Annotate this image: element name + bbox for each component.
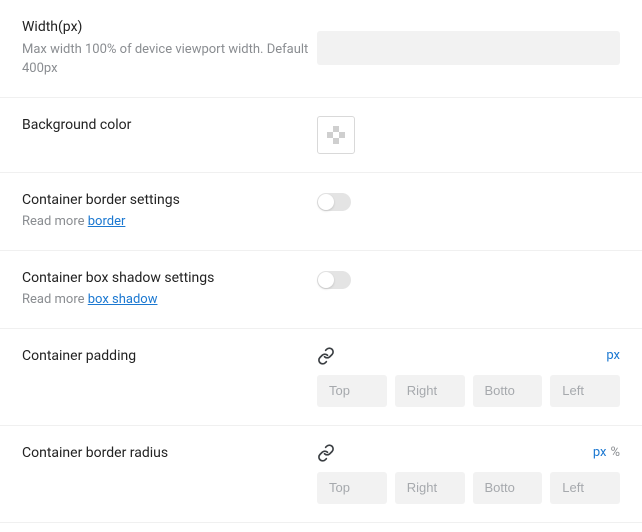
width-label: Width(px): [22, 18, 317, 38]
radius-unit-px[interactable]: px: [593, 445, 607, 460]
border-control: [317, 191, 620, 211]
padding-right[interactable]: [395, 375, 465, 407]
row-width: Width(px) Max width 100% of device viewp…: [0, 0, 642, 98]
border-toggle[interactable]: [317, 193, 351, 211]
radius-left[interactable]: [550, 472, 620, 504]
padding-units: px: [606, 348, 620, 363]
radius-label: Container border radius: [22, 444, 317, 464]
boxshadow-label: Container box shadow settings: [22, 269, 317, 289]
padding-label-wrap: Container padding: [22, 347, 317, 367]
padding-control: px: [317, 347, 620, 407]
radius-inputs: [317, 472, 620, 504]
width-hint: Max width 100% of device viewport width.…: [22, 40, 317, 79]
transparent-icon: [327, 126, 345, 144]
bgcolor-label-wrap: Background color: [22, 116, 317, 136]
padding-quad: px: [317, 347, 620, 407]
padding-left[interactable]: [550, 375, 620, 407]
link-icon[interactable]: [317, 347, 335, 365]
row-bgcolor: Background color: [0, 98, 642, 173]
padding-head: px: [317, 347, 620, 365]
padding-bottom[interactable]: [473, 375, 543, 407]
boxshadow-hint-link[interactable]: box shadow: [88, 292, 158, 307]
padding-top[interactable]: [317, 375, 387, 407]
radius-label-wrap: Container border radius: [22, 444, 317, 464]
radius-right[interactable]: [395, 472, 465, 504]
padding-label: Container padding: [22, 347, 317, 367]
radius-quad: px%: [317, 444, 620, 504]
radius-units: px%: [593, 445, 620, 460]
bgcolor-label: Background color: [22, 116, 317, 136]
boxshadow-label-wrap: Container box shadow settings Read more …: [22, 269, 317, 310]
border-label-wrap: Container border settings Read more bord…: [22, 191, 317, 232]
boxshadow-hint-prefix: Read more: [22, 292, 88, 307]
link-icon[interactable]: [317, 444, 335, 462]
boxshadow-toggle[interactable]: [317, 271, 351, 289]
border-hint-link[interactable]: border: [88, 214, 126, 229]
row-padding: Container padding px: [0, 329, 642, 426]
row-radius: Container border radius px%: [0, 426, 642, 523]
boxshadow-hint: Read more box shadow: [22, 290, 317, 310]
width-control: [317, 31, 620, 65]
width-label-wrap: Width(px) Max width 100% of device viewp…: [22, 18, 317, 79]
width-input[interactable]: [317, 31, 620, 65]
row-border: Container border settings Read more bord…: [0, 173, 642, 251]
radius-unit-pct[interactable]: %: [610, 445, 620, 460]
boxshadow-control: [317, 269, 620, 289]
radius-control: px%: [317, 444, 620, 504]
radius-bottom[interactable]: [473, 472, 543, 504]
border-hint-prefix: Read more: [22, 214, 88, 229]
border-hint: Read more border: [22, 212, 317, 232]
padding-inputs: [317, 375, 620, 407]
row-boxshadow: Container box shadow settings Read more …: [0, 251, 642, 329]
padding-unit-px[interactable]: px: [606, 348, 620, 363]
bgcolor-control: [317, 116, 620, 154]
bgcolor-swatch[interactable]: [317, 116, 355, 154]
radius-top[interactable]: [317, 472, 387, 504]
border-label: Container border settings: [22, 191, 317, 211]
radius-head: px%: [317, 444, 620, 462]
